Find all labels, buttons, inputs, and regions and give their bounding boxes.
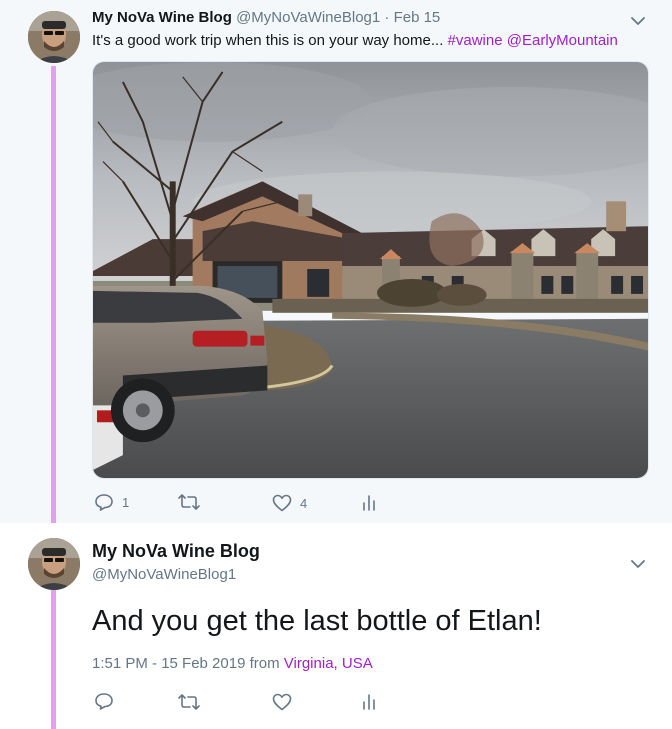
author-name[interactable]: My NoVa Wine Blog xyxy=(92,9,232,26)
avatar[interactable] xyxy=(28,538,80,590)
tweet-metadata: 1:51 PM - 15 Feb 2019 from Virginia, USA xyxy=(92,655,373,672)
reply-button[interactable] xyxy=(94,692,114,710)
analytics-icon xyxy=(362,495,376,511)
tweet-date[interactable]: Feb 15 xyxy=(394,9,441,26)
like-count: 4 xyxy=(300,495,308,511)
chevron-down-icon[interactable] xyxy=(627,10,649,32)
retweet-icon xyxy=(178,694,200,710)
mention-link[interactable]: @EarlyMountain xyxy=(507,32,618,49)
avatar[interactable] xyxy=(28,11,80,63)
tweet-text: And you get the last bottle of Etlan! xyxy=(92,605,542,637)
tweet-1[interactable]: My NoVa Wine Blog @MyNoVaWineBlog1 · Feb… xyxy=(0,0,672,523)
author-name[interactable]: My NoVa Wine Blog xyxy=(92,541,260,562)
tweet-header: My NoVa Wine Blog @MyNoVaWineBlog1 · Feb… xyxy=(92,9,440,26)
retweet-button[interactable] xyxy=(178,494,208,510)
thread-line xyxy=(51,66,56,523)
retweet-icon xyxy=(178,494,200,510)
tweet-photo[interactable] xyxy=(92,61,649,479)
location-link[interactable]: Virginia, USA xyxy=(284,655,373,672)
tweet-timestamp[interactable]: 1:51 PM - 15 Feb 2019 xyxy=(92,655,245,672)
thread-line xyxy=(51,590,56,729)
author-handle[interactable]: @MyNoVaWineBlog1 xyxy=(236,9,380,26)
chevron-down-icon[interactable] xyxy=(627,553,649,575)
like-icon xyxy=(272,693,292,711)
like-icon xyxy=(272,494,292,512)
reply-count: 1 xyxy=(122,494,130,510)
like-button[interactable] xyxy=(272,693,292,711)
retweet-button[interactable] xyxy=(178,694,200,710)
reply-button[interactable]: 1 xyxy=(94,493,129,511)
tweet-text-body: It's a good work trip when this is on yo… xyxy=(92,32,448,49)
separator: · xyxy=(384,9,390,26)
analytics-button[interactable] xyxy=(362,495,376,511)
analytics-icon xyxy=(362,694,376,710)
tweet-text: It's a good work trip when this is on yo… xyxy=(92,32,618,49)
like-button[interactable]: 4 xyxy=(272,494,307,512)
hashtag-link[interactable]: #vawine xyxy=(448,32,503,49)
reply-icon xyxy=(94,493,114,511)
from-label: from xyxy=(245,655,284,672)
analytics-button[interactable] xyxy=(362,694,376,710)
reply-icon xyxy=(94,692,114,710)
author-handle[interactable]: @MyNoVaWineBlog1 xyxy=(92,566,236,583)
